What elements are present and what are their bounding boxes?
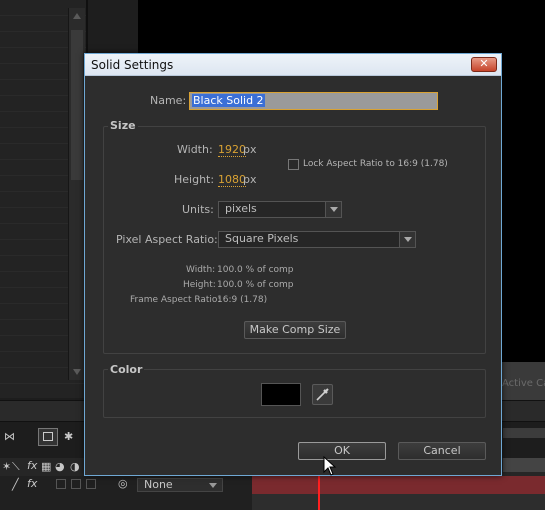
width-unit: px (243, 143, 257, 156)
lock-aspect-checkbox[interactable] (288, 159, 299, 170)
collapse-icon[interactable]: ⟍ (12, 460, 20, 474)
dialog-titlebar[interactable]: Solid Settings ✕ (85, 54, 501, 76)
project-panel-scrollbar[interactable] (68, 8, 85, 380)
scroll-up-arrow-icon[interactable] (73, 13, 81, 19)
close-icon: ✕ (479, 57, 489, 70)
layer-switch-box[interactable] (56, 479, 66, 489)
comp-mini-flowchart-icon[interactable] (38, 428, 58, 446)
layer-duration-bar[interactable] (252, 476, 545, 494)
make-comp-size-button[interactable]: Make Comp Size (244, 321, 346, 339)
lock-aspect-label[interactable]: Lock Aspect Ratio to 16:9 (1.78) (303, 159, 448, 169)
info-width-label: Width: (186, 265, 216, 275)
cancel-button[interactable]: Cancel (398, 442, 486, 460)
layer-effect-icon[interactable]: fx (27, 477, 37, 490)
draft-3d-icon[interactable]: ✱ (64, 430, 73, 443)
active-camera-label[interactable]: Active Ca (502, 378, 545, 389)
parent-dropdown-value: None (144, 478, 173, 491)
shy-icon[interactable]: ✶ (2, 460, 11, 473)
timeline-empty-track (252, 494, 545, 510)
color-group-title: Color (108, 363, 145, 376)
parent-pickwhip-icon[interactable]: ◎ (118, 477, 128, 490)
units-dropdown-value: pixels (225, 202, 257, 215)
info-frame-aspect-label: Frame Aspect Ratio: (130, 295, 221, 305)
layer-switch-box[interactable] (86, 479, 96, 489)
chevron-down-icon (399, 232, 415, 247)
pixel-aspect-ratio-label: Pixel Aspect Ratio: (116, 233, 218, 246)
scroll-thumb[interactable] (71, 30, 83, 180)
units-label: Units: (182, 203, 214, 216)
parent-dropdown[interactable]: None (137, 478, 223, 492)
color-swatch[interactable] (261, 383, 301, 406)
name-input[interactable]: Black Solid 2 (189, 92, 438, 110)
height-unit: px (243, 173, 257, 186)
height-label: Height: (174, 173, 215, 186)
chevron-down-icon (209, 483, 217, 488)
eyedropper-icon (316, 388, 329, 401)
layer-switch-box[interactable] (71, 479, 81, 489)
chevron-down-icon (325, 202, 341, 217)
timeline-ruler-tab (503, 428, 545, 438)
pixel-aspect-ratio-value: Square Pixels (225, 232, 299, 245)
graph-editor-icon[interactable]: ⋈ (4, 430, 15, 443)
eyedropper-button[interactable] (312, 384, 333, 405)
name-label: Name: (150, 94, 187, 107)
width-value[interactable]: 1920 (218, 143, 246, 157)
info-width-value: 100.0 % of comp (217, 265, 294, 275)
effect-icon[interactable]: fx (27, 459, 37, 472)
scroll-down-arrow-icon[interactable] (73, 369, 81, 375)
name-input-value: Black Solid 2 (192, 94, 265, 107)
ok-button[interactable]: OK (298, 442, 386, 460)
adjustment-layer-icon[interactable]: ◑ (70, 460, 80, 473)
dialog-title: Solid Settings (91, 58, 174, 72)
info-frame-aspect-value: 16:9 (1.78) (217, 295, 268, 305)
info-height-value: 100.0 % of comp (217, 280, 294, 290)
info-height-label: Height: (183, 280, 216, 290)
timeline-work-area-bar[interactable] (503, 458, 545, 472)
mouse-cursor-icon (323, 456, 337, 476)
solid-settings-dialog: Solid Settings ✕ Name: Black Solid 2 Siz… (84, 53, 502, 476)
current-time-indicator[interactable] (318, 476, 320, 510)
height-value[interactable]: 1080 (218, 173, 246, 187)
width-label: Width: (177, 143, 213, 156)
units-dropdown[interactable]: pixels (218, 201, 342, 218)
frame-blend-icon[interactable]: ▦ (41, 460, 51, 473)
size-group-title: Size (108, 119, 138, 132)
quality-icon[interactable]: ╱ (12, 478, 19, 491)
motion-blur-icon[interactable]: ◕ (55, 460, 65, 473)
close-button[interactable]: ✕ (471, 57, 497, 72)
pixel-aspect-ratio-dropdown[interactable]: Square Pixels (218, 231, 416, 248)
